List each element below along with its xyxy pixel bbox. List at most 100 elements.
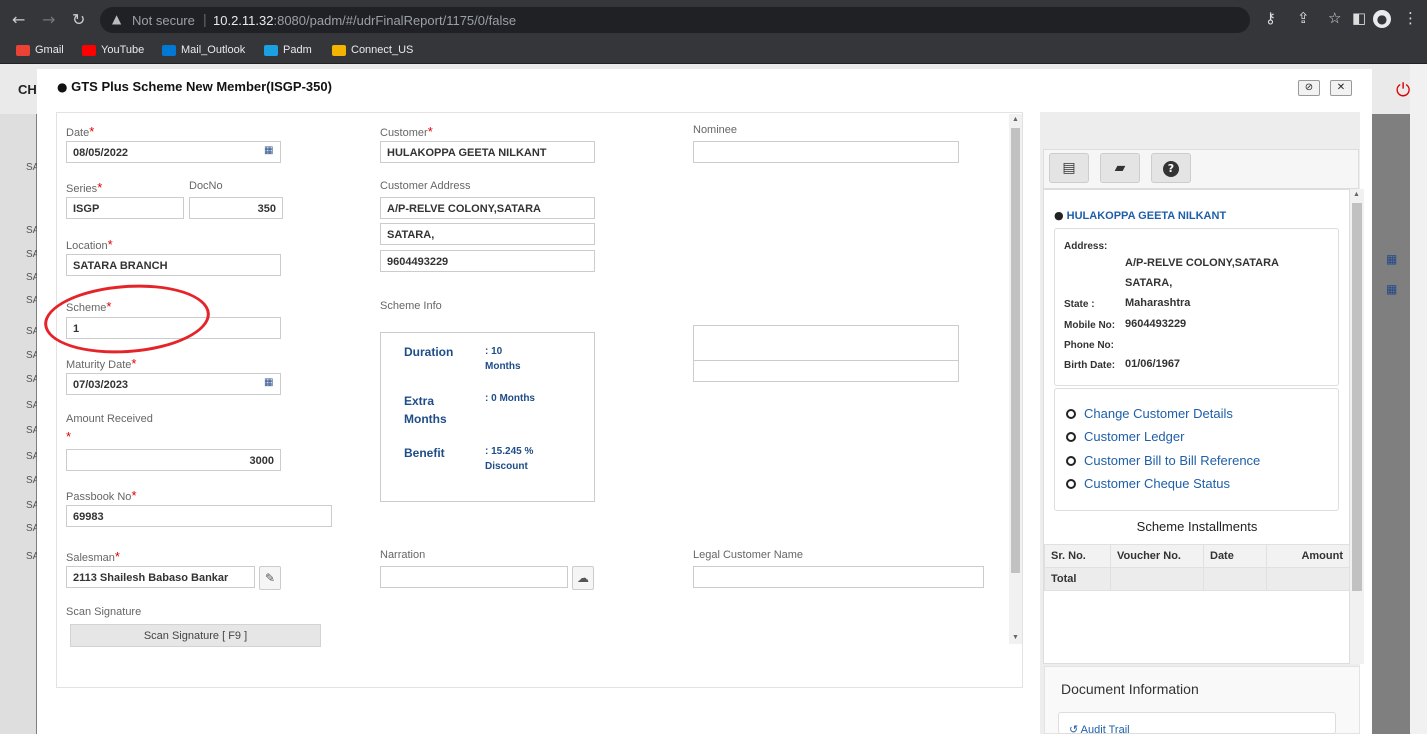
maturity-date-input[interactable]: 07/03/2023 [66,373,281,395]
customer-address-label: Customer Address [380,180,471,192]
bookmark-padm[interactable]: Padm [264,44,312,56]
scroll-down-icon[interactable]: ▼ [1012,634,1019,641]
amount-received-input[interactable]: 3000 [66,449,281,471]
calendar-icon[interactable]: ▦ [264,145,273,156]
address-line1-input[interactable]: A/P-RELVE COLONY,SATARA [380,197,595,219]
required-marker: * [66,429,72,444]
bill-to-bill-reference-link[interactable]: Customer Bill to Bill Reference [1066,453,1260,468]
table-header-row: Sr. No. Voucher No. Date Amount [1044,544,1350,568]
address-bar[interactable]: ▲ Not secure | 10.2.11.32:8080/padm/#/ud… [100,7,1250,33]
date-input[interactable]: 08/05/2022 [66,141,281,163]
grid-icon[interactable]: ▦ [1386,282,1397,296]
scan-signature-label: Scan Signature [66,606,142,618]
bookmark-gmail[interactable]: Gmail [16,44,64,56]
scheme-info-label: Scheme Info [380,300,442,312]
column-header: Sr. No. [1044,544,1111,568]
table-row: Total [1044,567,1350,591]
passbook-no-label: Passbook No* [66,488,137,503]
extra-months-label: Extra Months [404,394,447,426]
nominee-input[interactable] [693,141,959,163]
edit-salesman-button[interactable]: ✎ [259,566,281,590]
customer-input[interactable]: HULAKOPPA GEETA NILKANT [380,141,595,163]
narration-button[interactable]: ☁ [572,566,594,590]
audit-trail-link[interactable]: ↺ Audit Trail [1058,712,1336,734]
info-box-top [693,325,959,361]
share-icon[interactable]: ⇪ [1297,9,1310,27]
menu-icon[interactable]: ⋮ [1403,9,1418,27]
customer-name-link[interactable]: ● HULAKOPPA GEETA NILKANT [1054,209,1226,222]
gmail-icon [16,44,30,56]
bookmark-youtube[interactable]: YouTube [82,44,144,56]
warning-icon: ▲ [112,12,122,26]
close-button[interactable]: ✕ [1330,80,1352,96]
circle-icon [1066,408,1076,419]
scan-signature-button[interactable]: Scan Signature [ F9 ] [70,624,321,647]
grid-icon[interactable]: ▦ [1386,252,1397,266]
hide-button[interactable]: ⊘ [1298,80,1320,96]
page-scrollbar[interactable] [1410,64,1427,734]
sidepanel-icon[interactable]: ◧ [1352,9,1366,27]
customer-ledger-link[interactable]: Customer Ledger [1066,429,1184,444]
circle-icon [1066,431,1076,442]
address-line2-input[interactable]: SATARA, [380,223,595,245]
customer-label: Customer* [380,124,433,139]
forward-icon[interactable]: → [42,10,55,29]
tab-help[interactable]: ? [1151,153,1191,183]
state-key: State : [1064,299,1095,310]
bookmark-outlook[interactable]: Mail_Outlook [162,44,245,56]
legal-customer-name-input[interactable] [693,566,984,588]
narration-input[interactable] [380,566,568,588]
star-icon[interactable]: ☆ [1328,9,1341,27]
url-path: :8080/padm/#/udrFinalReport/1175/0/false [273,13,517,28]
tab-details[interactable]: ▤ [1049,153,1089,183]
docno-input[interactable]: 350 [189,197,283,219]
key-icon[interactable]: ⚷ [1265,9,1276,27]
installments-table: Sr. No. Voucher No. Date Amount Total [1044,544,1350,591]
bookmark-connect[interactable]: Connect_US [332,44,413,56]
url-text: 10.2.11.32:8080/padm/#/udrFinalReport/11… [213,13,516,28]
power-icon[interactable]: ⏻ [1396,80,1410,101]
reload-icon[interactable]: ↻ [72,10,85,29]
calendar-icon[interactable]: ▦ [264,377,273,388]
youtube-icon [82,44,96,56]
outlook-icon [162,44,176,56]
benefit-label: Benefit [404,446,445,460]
mobile-key: Mobile No: [1064,320,1116,331]
address-line3-input[interactable]: 9604493229 [380,250,595,272]
padm-icon [264,44,278,56]
nominee-label: Nominee [693,124,738,136]
total-label: Total [1044,567,1111,591]
user-icon: ● [1054,209,1064,222]
history-icon: ↺ [1069,723,1079,734]
location-label: Location* [66,237,113,252]
form-scrollbar-thumb[interactable] [1011,128,1020,573]
profile-icon[interactable]: ● [1373,10,1391,28]
back-icon[interactable]: ← [12,10,25,29]
benefit-value: : 15.245 % Discount [485,446,534,472]
cloud-icon: ☁ [577,571,589,585]
salesman-input[interactable]: 2113 Shailesh Babaso Bankar [66,566,255,588]
address-line2: SATARA, [1125,277,1173,289]
scroll-up-icon[interactable]: ▲ [1353,191,1360,198]
change-customer-details-link[interactable]: Change Customer Details [1066,406,1233,421]
address-line1: A/P-RELVE COLONY,SATARA [1125,257,1280,269]
maturity-date-label: Maturity Date* [66,356,137,371]
location-input[interactable]: SATARA BRANCH [66,254,281,276]
book-icon: ▰ [1114,160,1126,176]
phone-key: Phone No: [1064,340,1114,351]
narration-label: Narration [380,549,426,561]
info-tab-bar [1043,149,1359,189]
close-icon: ✕ [1336,82,1346,93]
series-input[interactable]: ISGP [66,197,184,219]
info-scrollbar-thumb[interactable] [1352,203,1362,591]
mobile-value: 9604493229 [1125,318,1187,330]
tab-book[interactable]: ▰ [1100,153,1140,183]
docno-label: DocNo [189,180,223,192]
cheque-status-link[interactable]: Customer Cheque Status [1066,476,1230,491]
passbook-no-input[interactable]: 69983 [66,505,332,527]
not-secure-label: Not secure [132,13,195,28]
extra-months-value: : 0 Months [485,393,535,404]
column-header: Date [1203,544,1267,568]
scroll-up-icon[interactable]: ▲ [1012,116,1019,123]
column-header: Voucher No. [1110,544,1204,568]
